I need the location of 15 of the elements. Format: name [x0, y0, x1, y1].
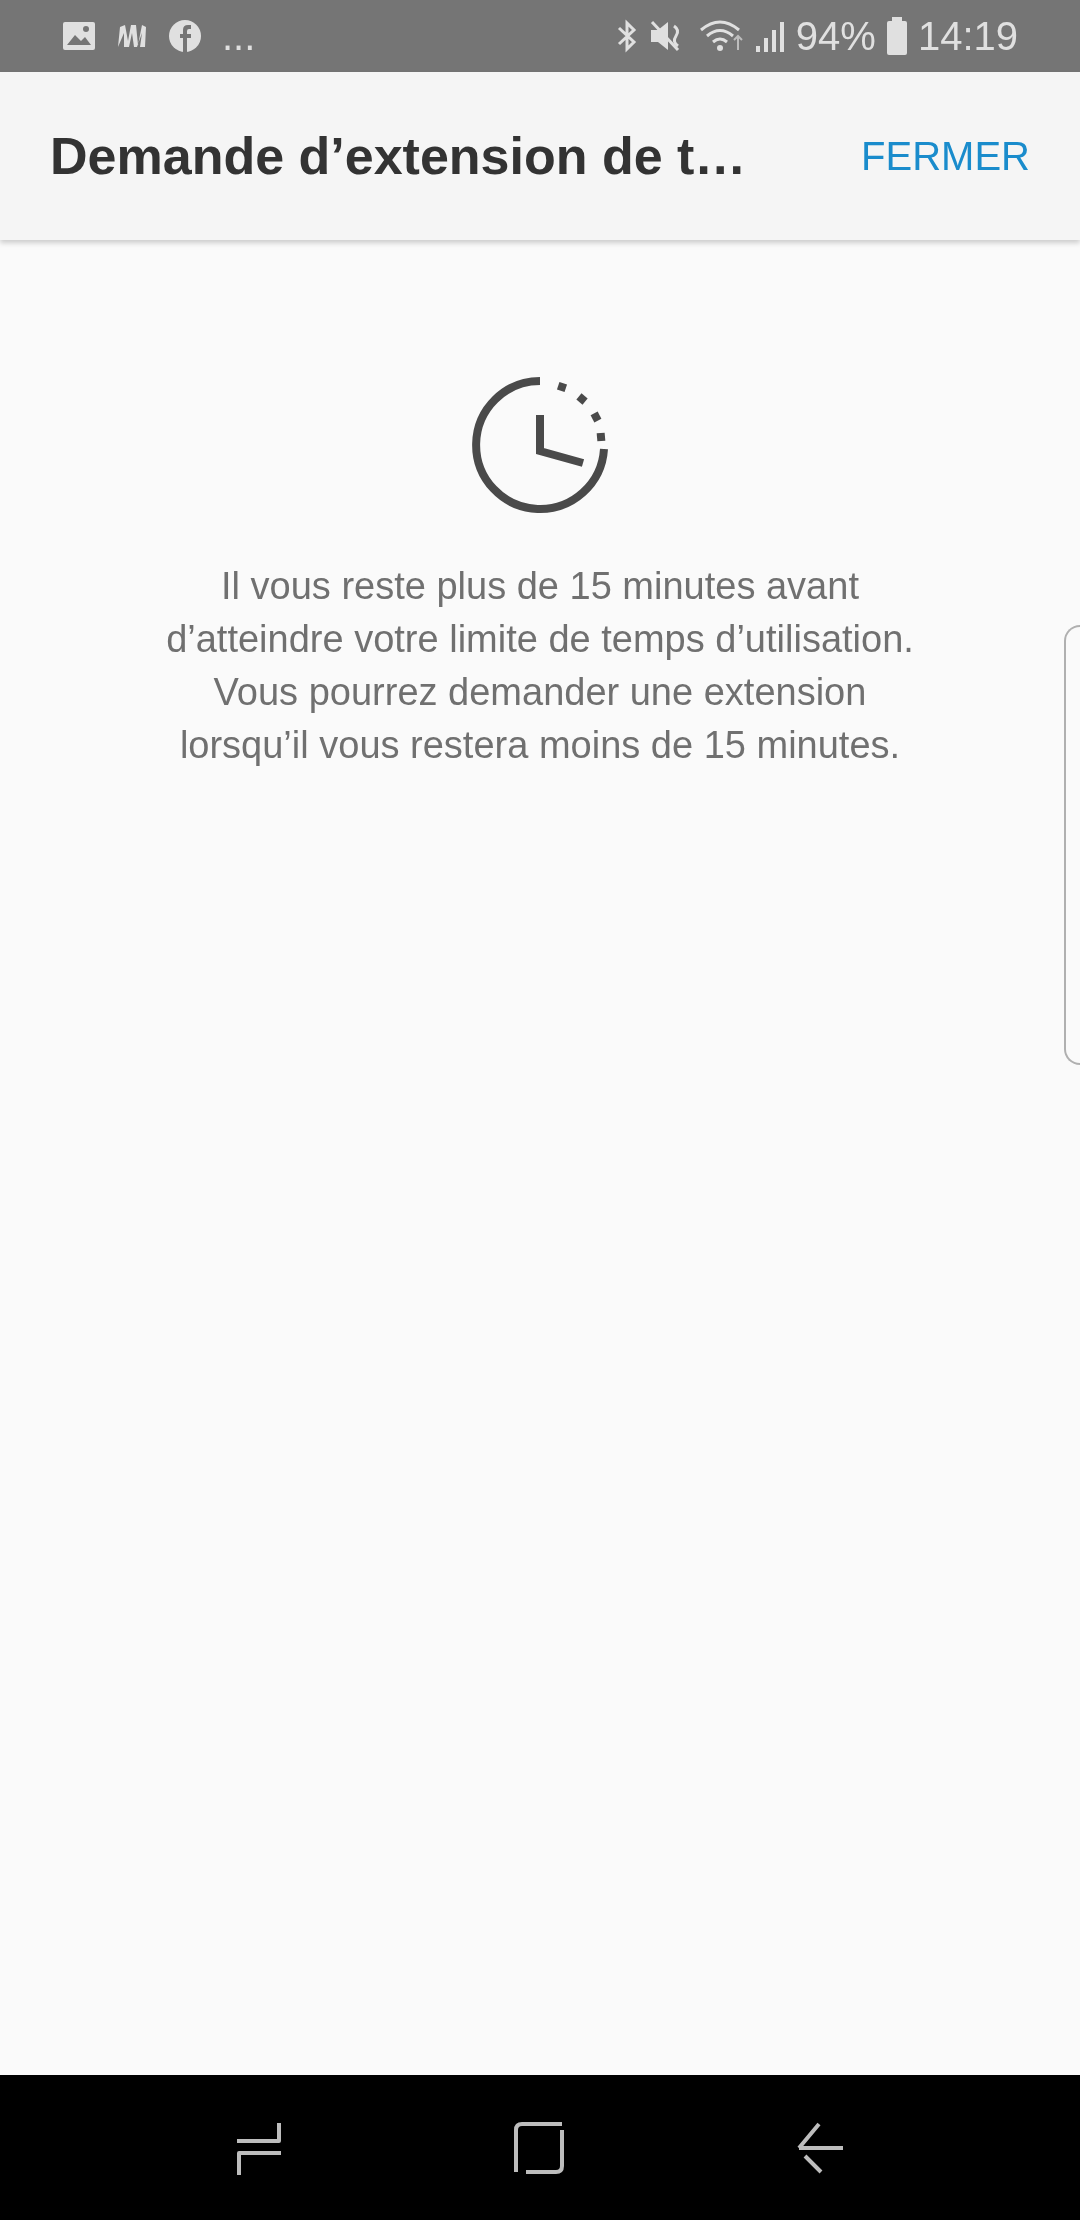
edge-panel-handle[interactable] — [1064, 625, 1080, 1065]
clock-icon — [470, 375, 610, 515]
wifi-icon — [697, 18, 744, 54]
close-button[interactable]: FERMER — [851, 123, 1040, 189]
bluetooth-icon — [615, 18, 638, 54]
battery-icon — [885, 17, 908, 55]
image-icon — [62, 21, 96, 51]
circle-logo-icon — [168, 19, 202, 53]
clock-time: 14:19 — [917, 13, 1018, 59]
info-message: Il vous reste plus de 15 minutes avant d’atteindre votre limite de temps d’utilisation. Vous pourrez demander une extension lorsqu’il vous restera moins de 15 minutes. — [166, 564, 914, 768]
more-notifications-text: ... — [222, 13, 256, 59]
home-icon[interactable] — [514, 2121, 564, 2174]
battery-percentage: 94% — [795, 13, 876, 59]
recent-apps-icon[interactable] — [235, 2120, 284, 2175]
screen-title: Demande d’extension de t… — [50, 126, 747, 186]
